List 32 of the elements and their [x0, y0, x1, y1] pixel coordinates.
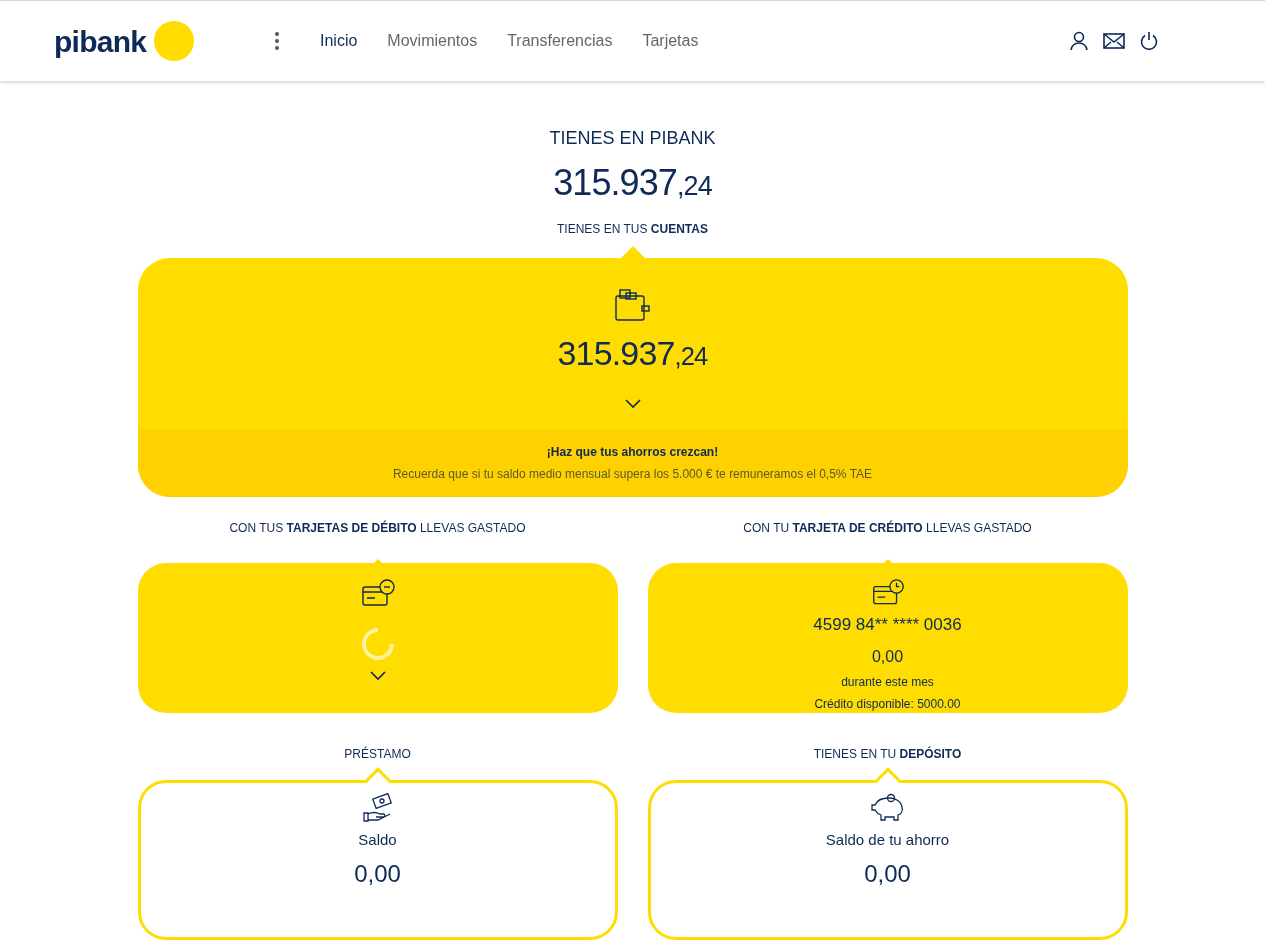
power-icon[interactable] [1139, 31, 1159, 51]
section-heading: TIENES EN TUS CUENTAS [557, 221, 708, 238]
promo-text: Recuerda que si tu saldo medio mensual supera los 5.000 € te remuneramos el 0,5% TAE [392, 466, 873, 483]
total-amount: 315.937,24 [553, 161, 712, 205]
nav-link[interactable]: Transferencias [507, 29, 613, 53]
user-icon[interactable] [1069, 31, 1089, 51]
section-heading: PRÉSTAMO [344, 745, 411, 763]
nav-link[interactable]: Movimientos [387, 29, 478, 53]
nav-link[interactable]: Inicio [320, 29, 358, 53]
product-amount: 0,00 [354, 858, 401, 889]
mail-icon[interactable] [1103, 33, 1125, 49]
product-label: Saldo de tu ahorro [825, 830, 950, 850]
nav-link[interactable]: Tarjetas [642, 29, 699, 53]
credit-spent-amount: 0,00 [871, 647, 904, 667]
logo[interactable]: pibank [54, 18, 147, 64]
card-minus-icon [360, 579, 395, 609]
chevron-down-icon[interactable] [369, 671, 386, 681]
chevron-down-icon[interactable] [624, 399, 641, 409]
section-heading: TIENES EN TU DEPÓSITO [813, 745, 962, 763]
product-amount: 0,00 [864, 858, 911, 889]
card-number: 4599 84** **** 0036 [813, 613, 962, 636]
available-credit: Crédito disponible: 5000.00 [814, 696, 961, 713]
hand-money-icon [361, 793, 394, 823]
section-heading: CON TU TARJETA DE CRÉDITO LLEVAS GASTADO [743, 519, 1032, 537]
period-label: durante este mes [841, 674, 934, 691]
promo-title: ¡Haz que tus ahorros crezcan! [546, 444, 719, 461]
product-label: Saldo [358, 830, 397, 850]
total-label: TIENES EN PIBANK [549, 127, 716, 150]
wallet-icon [613, 288, 652, 322]
accounts-amount: 315.937,24 [557, 333, 708, 374]
more-options-icon[interactable] [274, 31, 280, 51]
section-heading: CON TUS TARJETAS DE DÉBITO LLEVAS GASTADO [229, 519, 526, 537]
